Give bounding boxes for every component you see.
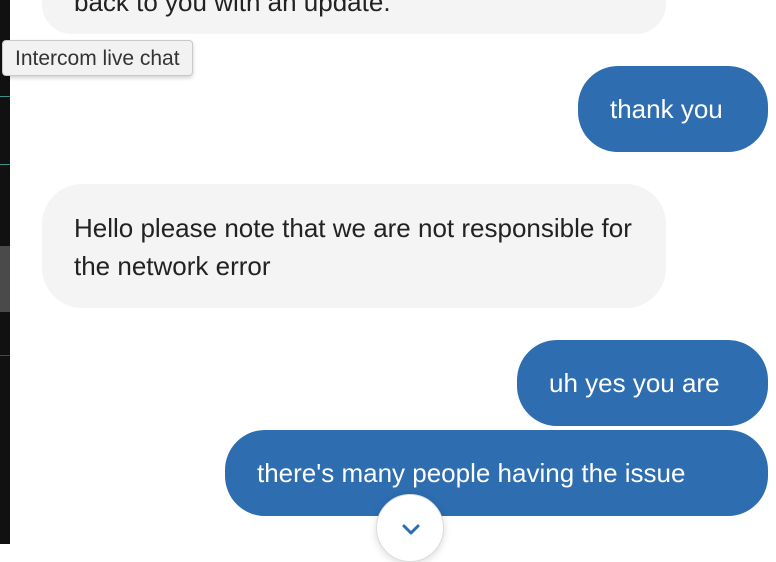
message-bubble-user: thank you: [578, 66, 768, 152]
message-text: Hello please note that we are not respon…: [74, 213, 632, 281]
message-text: there's many people having the issue: [257, 458, 686, 488]
edge-divider: [0, 96, 10, 97]
chevron-down-icon: [402, 524, 420, 535]
scroll-to-bottom-button[interactable]: [376, 494, 444, 562]
message-text: back to you with an update.: [74, 0, 391, 17]
edge-divider: [0, 164, 10, 165]
message-bubble-user: there's many people having the issue: [225, 430, 768, 516]
edge-panel: [0, 246, 10, 312]
message-bubble-agent: Hello please note that we are not respon…: [42, 184, 666, 308]
background-window-edge: [0, 0, 10, 544]
message-bubble-user: uh yes you are: [517, 340, 768, 426]
message-text: uh yes you are: [549, 368, 720, 398]
edge-divider: [0, 355, 10, 356]
message-text: thank you: [610, 94, 723, 124]
tooltip-intercom: Intercom live chat: [2, 40, 193, 76]
message-bubble-agent: back to you with an update.: [42, 0, 666, 34]
